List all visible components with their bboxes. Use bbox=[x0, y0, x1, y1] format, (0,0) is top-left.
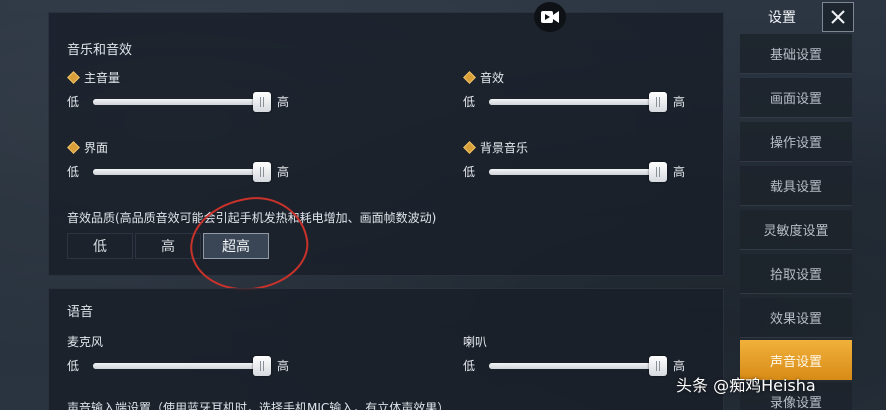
close-icon bbox=[831, 10, 845, 24]
slider-high-label: 高 bbox=[673, 165, 686, 179]
record-button[interactable] bbox=[534, 2, 566, 32]
slider-track[interactable] bbox=[93, 356, 271, 376]
slider-thumb[interactable] bbox=[649, 92, 667, 112]
slider-track[interactable] bbox=[93, 92, 271, 112]
close-button[interactable] bbox=[822, 2, 854, 32]
sidebar-title: 设置 bbox=[768, 10, 796, 26]
slider-high-label: 高 bbox=[277, 165, 290, 179]
slider-microphone: 麦克风 低 高 bbox=[67, 333, 307, 383]
slider-interface: 界面 低 高 bbox=[67, 139, 307, 189]
settings-sidebar: 设置 基础设置 画面设置 操作设置 载具设置 灵敏度设置 拾取设置 效果设置 声… bbox=[740, 0, 856, 410]
slider-track[interactable] bbox=[489, 162, 667, 182]
slider-label: 主音量 bbox=[84, 71, 121, 85]
slider-high-label: 高 bbox=[277, 95, 290, 109]
slider-fill bbox=[93, 363, 271, 369]
slider-label: 喇叭 bbox=[463, 335, 488, 349]
slider-fill bbox=[489, 169, 667, 175]
sidebar-item-controls[interactable]: 操作设置 bbox=[740, 122, 852, 162]
slider-high-label: 高 bbox=[673, 95, 686, 109]
voice-input-description: 声音输入端设置（使用蓝牙耳机时，选择手机MIC输入，有立体声效果） bbox=[67, 401, 450, 410]
slider-label: 背景音乐 bbox=[480, 141, 529, 155]
slider-thumb[interactable] bbox=[253, 92, 271, 112]
slider-track[interactable] bbox=[489, 356, 667, 376]
slider-thumb[interactable] bbox=[253, 356, 271, 376]
slider-speaker: 喇叭 低 高 bbox=[463, 333, 703, 383]
slider-low-label: 低 bbox=[67, 95, 80, 109]
diamond-icon bbox=[463, 141, 476, 154]
slider-low-label: 低 bbox=[463, 359, 476, 373]
voice-settings-panel: 语音 麦克风 低 高 喇叭 低 高 声音输入端设置（使用蓝牙耳机时，选择手机MI… bbox=[48, 288, 724, 410]
slider-label: 音效 bbox=[480, 71, 505, 85]
slider-label: 界面 bbox=[84, 141, 109, 155]
section-title-sound: 音乐和音效 bbox=[67, 43, 133, 58]
slider-label: 麦克风 bbox=[67, 335, 104, 349]
slider-track[interactable] bbox=[489, 92, 667, 112]
slider-sound-effects: 音效 低 高 bbox=[463, 69, 703, 119]
diamond-icon bbox=[67, 141, 80, 154]
sidebar-item-pickup[interactable]: 拾取设置 bbox=[740, 254, 852, 294]
slider-background-music: 背景音乐 低 高 bbox=[463, 139, 703, 189]
slider-low-label: 低 bbox=[463, 165, 476, 179]
sound-settings-panel: 音乐和音效 主音量 低 高 音效 低 高 界面 低 高 背景音乐 低 高 音效品… bbox=[48, 12, 724, 276]
sidebar-item-graphics[interactable]: 画面设置 bbox=[740, 78, 852, 118]
slider-high-label: 高 bbox=[277, 359, 290, 373]
video-camera-icon bbox=[541, 11, 559, 23]
watermark: 头条 @痴鸡Heisha bbox=[676, 376, 816, 395]
diamond-icon bbox=[463, 71, 476, 84]
slider-fill bbox=[489, 363, 667, 369]
slider-thumb[interactable] bbox=[253, 162, 271, 182]
slider-thumb[interactable] bbox=[649, 356, 667, 376]
slider-fill bbox=[93, 169, 271, 175]
sidebar-item-effects[interactable]: 效果设置 bbox=[740, 298, 852, 338]
section-title-voice: 语音 bbox=[67, 305, 94, 320]
sidebar-item-vehicle[interactable]: 载具设置 bbox=[740, 166, 852, 206]
slider-fill bbox=[93, 99, 271, 105]
sidebar-item-basic[interactable]: 基础设置 bbox=[740, 34, 852, 74]
slider-fill bbox=[489, 99, 667, 105]
slider-low-label: 低 bbox=[67, 359, 80, 373]
slider-master-volume: 主音量 低 高 bbox=[67, 69, 307, 119]
slider-track[interactable] bbox=[93, 162, 271, 182]
diamond-icon bbox=[67, 71, 80, 84]
slider-low-label: 低 bbox=[463, 95, 476, 109]
quality-option-low[interactable]: 低 bbox=[67, 233, 133, 259]
sidebar-item-sensitivity[interactable]: 灵敏度设置 bbox=[740, 210, 852, 250]
slider-low-label: 低 bbox=[67, 165, 80, 179]
slider-thumb[interactable] bbox=[649, 162, 667, 182]
